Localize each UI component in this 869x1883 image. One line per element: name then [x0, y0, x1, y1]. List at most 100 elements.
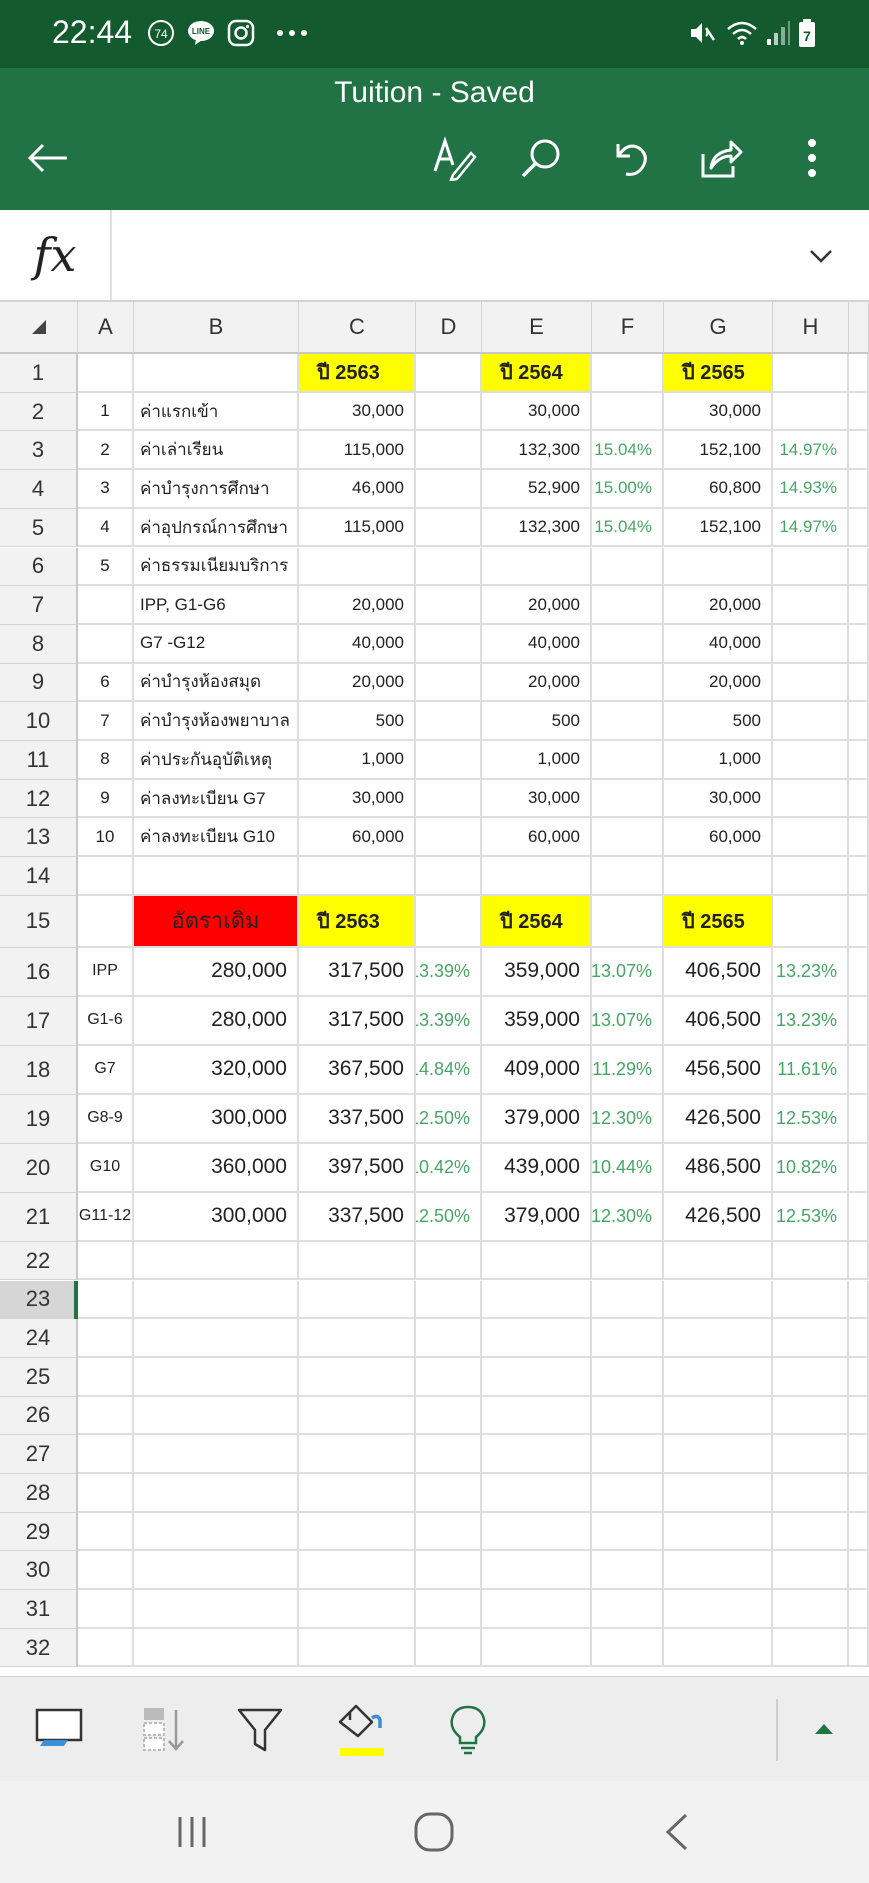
cell-d21[interactable]: 12.50% — [416, 1192, 482, 1242]
cell-b18[interactable]: 320,000 — [134, 1045, 299, 1095]
cell-g10[interactable]: 500 — [664, 702, 773, 741]
cell-c15[interactable]: ปี 2563 — [299, 895, 416, 948]
cell-a5[interactable]: 4 — [78, 508, 134, 548]
cell-a26[interactable] — [78, 1396, 134, 1436]
cell-g28[interactable] — [664, 1474, 773, 1513]
cell-c30[interactable] — [299, 1551, 416, 1591]
cell-h3[interactable]: 14.97% — [773, 431, 849, 471]
cell-f2[interactable] — [592, 392, 664, 432]
cell-h5[interactable]: 14.97% — [773, 508, 849, 548]
cell-f15[interactable] — [592, 895, 664, 948]
cell-d4[interactable] — [416, 470, 482, 509]
cell-b15[interactable]: อัตราเดิม — [134, 895, 299, 948]
cell-h25[interactable] — [773, 1357, 849, 1397]
cell-g15[interactable]: ปี 2565 — [664, 895, 773, 948]
cell-g8[interactable]: 40,000 — [664, 624, 773, 664]
cell-b19[interactable]: 300,000 — [134, 1094, 299, 1144]
cell-f6[interactable] — [592, 547, 664, 587]
cell-b8[interactable]: G7 -G12 — [134, 624, 299, 664]
cell-c8[interactable]: 40,000 — [299, 624, 416, 664]
cell-f21[interactable]: 12.30% — [592, 1192, 664, 1242]
cell-a4[interactable]: 3 — [78, 470, 134, 509]
cell-e19[interactable]: 379,000 — [482, 1094, 592, 1144]
cell-c27[interactable] — [299, 1435, 416, 1474]
row-header-26[interactable]: 26 — [0, 1396, 78, 1436]
cell-d19[interactable]: 12.50% — [416, 1094, 482, 1144]
cell-c6[interactable] — [299, 547, 416, 587]
row-header-18[interactable]: 18 — [0, 1045, 78, 1095]
cell-f8[interactable] — [592, 624, 664, 664]
row-header-12[interactable]: 12 — [0, 779, 78, 819]
cell-h32[interactable] — [773, 1628, 849, 1668]
cell-e29[interactable] — [482, 1512, 592, 1552]
cell-d32[interactable] — [416, 1628, 482, 1668]
row-header-9[interactable]: 9 — [0, 663, 78, 703]
cell-c19[interactable]: 337,500 — [299, 1094, 416, 1144]
cell-h7[interactable] — [773, 586, 849, 625]
cell-a13[interactable]: 10 — [78, 818, 134, 858]
cell-a9[interactable]: 6 — [78, 663, 134, 703]
cell-d16[interactable]: 13.39% — [416, 947, 482, 997]
row-header-20[interactable]: 20 — [0, 1143, 78, 1193]
cell-g4[interactable]: 60,800 — [664, 470, 773, 509]
sort-button[interactable] — [130, 1697, 194, 1761]
cell-h28[interactable] — [773, 1474, 849, 1513]
row-header-14[interactable]: 14 — [0, 857, 78, 896]
cell-c21[interactable]: 337,500 — [299, 1192, 416, 1242]
cell-b22[interactable] — [134, 1241, 299, 1281]
cell-g19[interactable]: 426,500 — [664, 1094, 773, 1144]
cell-a31[interactable] — [78, 1590, 134, 1629]
row-header-4[interactable]: 4 — [0, 470, 78, 509]
cell-g27[interactable] — [664, 1435, 773, 1474]
cell-f10[interactable] — [592, 702, 664, 741]
cell-b26[interactable] — [134, 1396, 299, 1436]
cell-g30[interactable] — [664, 1551, 773, 1591]
cell-e10[interactable]: 500 — [482, 702, 592, 741]
cell-e9[interactable]: 20,000 — [482, 663, 592, 703]
cell-e31[interactable] — [482, 1590, 592, 1629]
cell-b17[interactable]: 280,000 — [134, 996, 299, 1046]
cell-h14[interactable] — [773, 857, 849, 896]
cell-c3[interactable]: 115,000 — [299, 431, 416, 471]
cell-h11[interactable] — [773, 741, 849, 780]
cell-c32[interactable] — [299, 1628, 416, 1668]
cell-e8[interactable]: 40,000 — [482, 624, 592, 664]
cell-a30[interactable] — [78, 1551, 134, 1591]
cell-h26[interactable] — [773, 1396, 849, 1436]
cell-b13[interactable]: ค่าลงทะเบียน G10 — [134, 818, 299, 858]
cell-f17[interactable]: 13.07% — [592, 996, 664, 1046]
cell-c29[interactable] — [299, 1512, 416, 1552]
row-header-17[interactable]: 17 — [0, 996, 78, 1046]
cell-h19[interactable]: 12.53% — [773, 1094, 849, 1144]
cell-f23[interactable] — [592, 1280, 664, 1320]
cell-b25[interactable] — [134, 1357, 299, 1397]
cell-a7[interactable] — [78, 586, 134, 625]
cell-a32[interactable] — [78, 1628, 134, 1668]
row-header-11[interactable]: 11 — [0, 741, 78, 780]
row-header-16[interactable]: 16 — [0, 947, 78, 997]
cell-e17[interactable]: 359,000 — [482, 996, 592, 1046]
cell-g23[interactable] — [664, 1280, 773, 1320]
cell-e24[interactable] — [482, 1319, 592, 1358]
cell-a20[interactable]: G10 — [78, 1143, 134, 1193]
cell-b21[interactable]: 300,000 — [134, 1192, 299, 1242]
cell-a12[interactable]: 9 — [78, 779, 134, 819]
column-header-c[interactable]: C — [299, 302, 416, 354]
cell-e7[interactable]: 20,000 — [482, 586, 592, 625]
cell-h22[interactable] — [773, 1241, 849, 1281]
cell-f22[interactable] — [592, 1241, 664, 1281]
cell-e13[interactable]: 60,000 — [482, 818, 592, 858]
cell-d30[interactable] — [416, 1551, 482, 1591]
cell-c11[interactable]: 1,000 — [299, 741, 416, 780]
cell-c9[interactable]: 20,000 — [299, 663, 416, 703]
cell-b2[interactable]: ค่าแรกเข้า — [134, 392, 299, 432]
cell-g1[interactable]: ปี 2565 — [664, 354, 773, 393]
cell-f24[interactable] — [592, 1319, 664, 1358]
ideas-button[interactable] — [436, 1697, 500, 1761]
cell-h20[interactable]: 10.82% — [773, 1143, 849, 1193]
cell-c14[interactable] — [299, 857, 416, 896]
cell-c20[interactable]: 397,500 — [299, 1143, 416, 1193]
undo-button[interactable] — [600, 128, 660, 188]
cell-a8[interactable] — [78, 624, 134, 664]
cell-f16[interactable]: 13.07% — [592, 947, 664, 997]
